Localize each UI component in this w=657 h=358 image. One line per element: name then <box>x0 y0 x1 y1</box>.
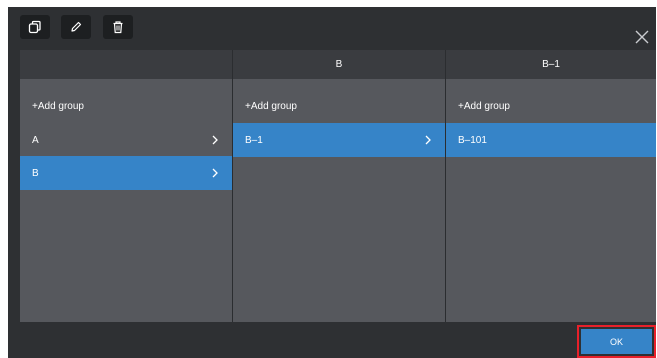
group-item-label: B <box>32 167 39 179</box>
group-item-label: A <box>32 134 39 146</box>
close-icon <box>635 30 649 44</box>
close-button[interactable] <box>634 29 650 45</box>
group-column-level-2: +Add group B–1 <box>233 79 445 322</box>
group-item-b-1[interactable]: B–1 <box>233 123 445 157</box>
group-item-label: B–1 <box>245 134 263 146</box>
column-divider <box>232 50 233 322</box>
column-header-root <box>20 50 232 79</box>
dialog-footer <box>8 322 656 358</box>
group-item-a[interactable]: A <box>20 123 232 157</box>
group-column-level-3: +Add group B–101 <box>446 79 656 322</box>
add-group-label: +Add group <box>458 100 510 112</box>
toolbar <box>8 7 656 50</box>
add-group-label: +Add group <box>32 100 84 112</box>
chevron-right-icon <box>425 135 431 145</box>
column-header-level-2: B <box>233 50 445 79</box>
copy-button[interactable] <box>20 15 50 39</box>
add-group-button[interactable]: +Add group <box>446 89 656 123</box>
group-item-label: B–101 <box>458 134 487 146</box>
edit-icon <box>71 21 82 32</box>
ok-button-highlight: OK <box>577 325 656 358</box>
add-group-label: +Add group <box>245 100 297 112</box>
group-column-root: +Add group A B <box>20 79 232 322</box>
ok-button[interactable]: OK <box>581 329 652 354</box>
chevron-right-icon <box>212 135 218 145</box>
group-item-b[interactable]: B <box>20 156 232 190</box>
add-group-button[interactable]: +Add group <box>20 89 232 123</box>
add-group-button[interactable]: +Add group <box>233 89 445 123</box>
copy-icon <box>28 20 41 34</box>
group-item-b-101[interactable]: B–101 <box>446 123 656 157</box>
chevron-right-icon <box>212 168 218 178</box>
group-picker-dialog: B B–1 +Add group A B +Add group B–1 +Add… <box>8 7 656 358</box>
delete-icon <box>113 21 123 34</box>
delete-button[interactable] <box>103 15 133 39</box>
column-header-level-3: B–1 <box>446 50 656 79</box>
column-divider <box>445 50 446 322</box>
edit-button[interactable] <box>61 15 91 39</box>
